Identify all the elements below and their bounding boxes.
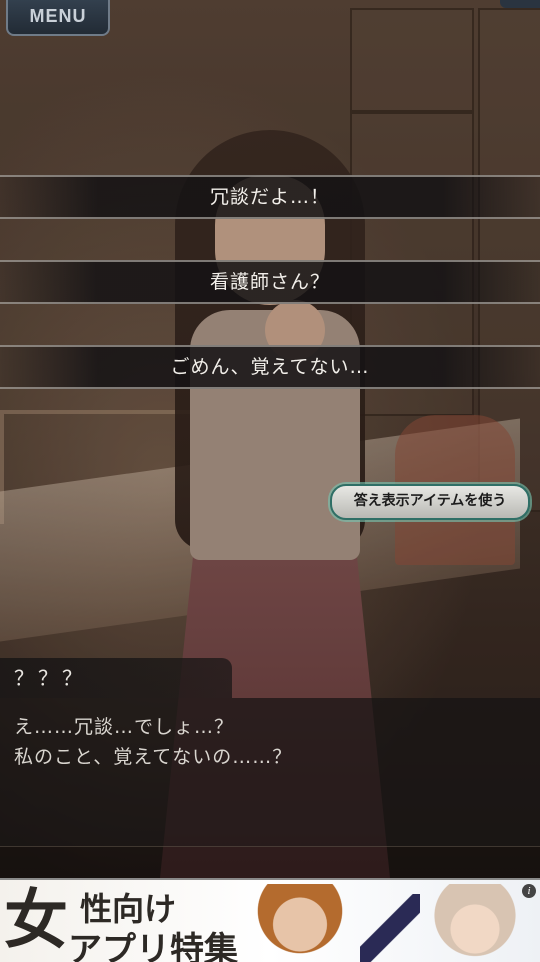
use-answer-item-button[interactable]: 答え表示アイテムを使う [330,484,530,520]
choice-option-1[interactable]: 冗談だよ…！ [0,175,540,219]
top-right-frame [500,0,540,8]
message-line-2: 私のこと、覚えてないの……？ [14,746,293,768]
ad-headline-line2: アプリ特集 [68,930,238,962]
message-line-1: え……冗談…でしょ…？ [14,716,235,738]
message-window[interactable]: え……冗談…でしょ…？ 私のこと、覚えてないの……？ [0,698,540,846]
choice-option-2[interactable]: 看護師さん？ [0,260,540,304]
info-icon[interactable]: i [522,884,536,898]
speaker-name: ？？？ [0,658,232,698]
message-window-footer [0,846,540,879]
ad-character-image [420,884,530,962]
ad-banner[interactable]: 女 性向け アプリ特集 i [0,878,540,962]
ad-sword-image [360,894,420,962]
ad-headline-char: 女 [4,883,68,958]
ad-character-image [245,884,355,962]
choice-option-3[interactable]: ごめん、覚えてない… [0,345,540,389]
menu-button[interactable]: MENU [6,0,110,36]
